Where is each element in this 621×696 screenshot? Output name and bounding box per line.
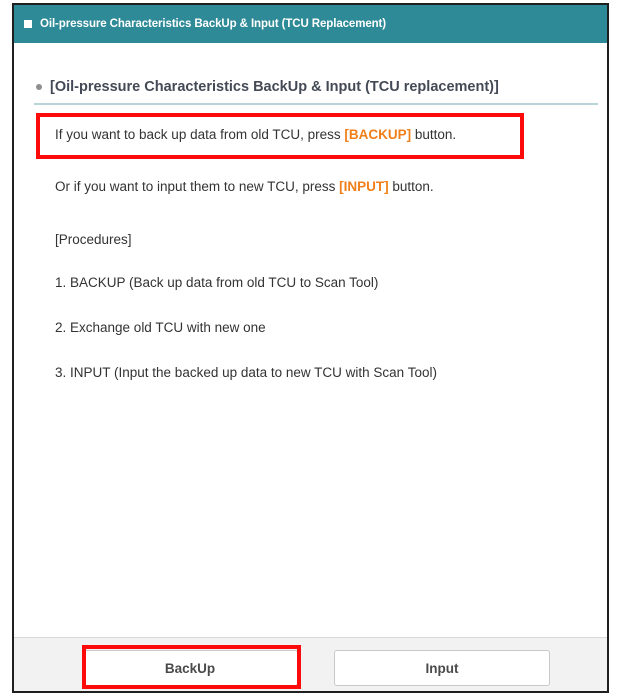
backup-keyword: [BACKUP] — [344, 127, 412, 142]
highlight-box-backup-button — [82, 645, 301, 689]
content-area: [Oil-pressure Characteristics BackUp & I… — [14, 43, 607, 637]
dialog-window: Oil-pressure Characteristics BackUp & In… — [12, 3, 609, 693]
instruction-backup: If you want to back up data from old TCU… — [55, 127, 456, 142]
title-square-icon — [24, 20, 32, 28]
procedure-step-1: 1. BACKUP (Back up data from old TCU to … — [55, 275, 379, 290]
instruction-input-suffix: button. — [388, 179, 434, 194]
procedures-label: [Procedures] — [55, 232, 132, 247]
section-header: [Oil-pressure Characteristics BackUp & I… — [34, 75, 598, 105]
procedure-step-3: 3. INPUT (Input the backed up data to ne… — [55, 365, 437, 380]
bullet-icon — [36, 84, 42, 90]
titlebar: Oil-pressure Characteristics BackUp & In… — [14, 5, 607, 43]
procedure-step-2: 2. Exchange old TCU with new one — [55, 320, 266, 335]
input-button[interactable]: Input — [334, 650, 550, 686]
instruction-input-prefix: Or if you want to input them to new TCU,… — [55, 179, 340, 194]
footer-bar: BackUp Input — [14, 637, 607, 691]
window-title: Oil-pressure Characteristics BackUp & In… — [40, 18, 387, 30]
section-title: [Oil-pressure Characteristics BackUp & I… — [50, 79, 499, 95]
instruction-backup-prefix: If you want to back up data from old TCU… — [55, 127, 345, 142]
instruction-input: Or if you want to input them to new TCU,… — [55, 179, 434, 194]
instruction-backup-suffix: button. — [411, 127, 457, 142]
input-keyword: [INPUT] — [339, 179, 389, 194]
